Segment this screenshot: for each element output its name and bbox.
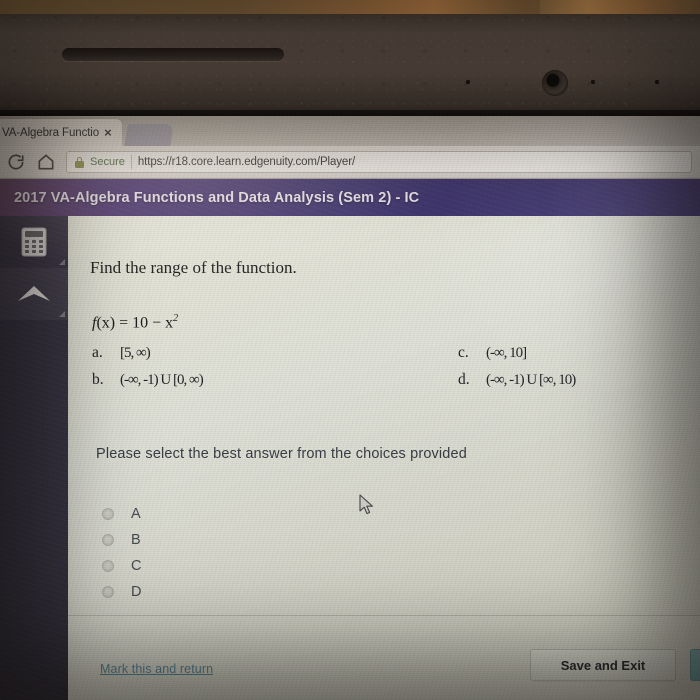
formula-exponent: 2 xyxy=(173,313,179,324)
next-button[interactable] xyxy=(690,649,700,681)
choice-b: b. (-∞, -1) U [0, ∞) xyxy=(92,371,392,389)
new-tab-icon[interactable] xyxy=(124,124,174,146)
radio-icon-c[interactable] xyxy=(102,560,114,572)
answer-label-a: A xyxy=(131,506,141,522)
formula-eq: = xyxy=(115,314,133,332)
answer-option-c[interactable]: C xyxy=(102,553,141,579)
choice-b-key: b. xyxy=(92,371,104,388)
browser-toolbar: Secure https://r18.core.learn.edgenuity.… xyxy=(0,146,700,179)
browser-tab[interactable]: VA-Algebra Functio × xyxy=(0,119,122,146)
choice-d: d. (-∞, -1) U [∞, 10) xyxy=(458,371,698,389)
choice-c: c. (-∞, 10] xyxy=(458,344,698,362)
answer-label-c: C xyxy=(131,558,142,574)
url-text: https://r18.core.learn.edgenuity.com/Pla… xyxy=(137,156,356,168)
close-icon[interactable]: × xyxy=(104,126,112,139)
mark-this-and-return-link[interactable]: Mark this and return xyxy=(100,662,213,676)
answer-label-d: D xyxy=(131,584,142,600)
tool-rail xyxy=(0,216,68,700)
answer-label-b: B xyxy=(131,532,141,548)
choice-d-text: (-∞, -1) U [∞, 10) xyxy=(486,372,576,388)
answer-choices-left: a. [5, ∞) b. (-∞, -1) U [0, ∞) xyxy=(92,344,392,398)
tool-corner-marker xyxy=(59,311,65,317)
sensor-dot-left xyxy=(466,80,470,84)
laptop-bezel xyxy=(0,14,700,118)
webcam-icon xyxy=(542,70,568,96)
reload-icon[interactable] xyxy=(6,152,26,172)
app-header: 2017 VA-Algebra Functions and Data Analy… xyxy=(0,179,700,216)
browser-tab-strip: VA-Algebra Functio × xyxy=(0,116,700,146)
security-label: Secure xyxy=(90,156,125,168)
calculator-tool-button[interactable] xyxy=(0,216,68,268)
laptop-screen: VA-Algebra Functio × Secure https://r18.… xyxy=(0,116,700,700)
omnibox-divider xyxy=(130,155,132,169)
answer-choices-right: c. (-∞, 10] d. (-∞, -1) U [∞, 10) xyxy=(458,344,698,398)
address-bar[interactable]: Secure https://r18.core.learn.edgenuity.… xyxy=(66,151,692,173)
course-title: 2017 VA-Algebra Functions and Data Analy… xyxy=(14,189,420,206)
photograph-of-laptop-screen: VA-Algebra Functio × Secure https://r18.… xyxy=(0,0,700,700)
save-and-exit-button[interactable]: Save and Exit xyxy=(530,649,676,681)
choice-a: a. [5, ∞) xyxy=(92,344,392,362)
browser-tab-title: VA-Algebra Functio xyxy=(2,126,100,139)
instruction-text: Please select the best answer from the c… xyxy=(96,446,467,462)
formula-arg: (x) xyxy=(96,314,116,332)
choice-a-key: a. xyxy=(92,344,103,361)
formula-body: 10 − x xyxy=(132,314,174,332)
radio-icon-a[interactable] xyxy=(102,508,114,520)
choice-c-text: (-∞, 10] xyxy=(486,345,527,361)
answer-radio-group: A B C D xyxy=(102,501,141,605)
calculator-icon xyxy=(21,227,47,257)
question-formula: f(x) = 10 − x2 xyxy=(92,313,178,332)
question-prompt: Find the range of the function. xyxy=(90,258,297,277)
radio-icon-d[interactable] xyxy=(102,586,114,598)
answer-option-b[interactable]: B xyxy=(102,527,141,553)
bezel-texture xyxy=(0,14,700,118)
collapse-tool-button[interactable] xyxy=(0,268,68,320)
question-card: Find the range of the function. f(x) = 1… xyxy=(68,216,700,700)
choice-b-text: (-∞, -1) U [0, ∞) xyxy=(120,372,204,388)
choice-c-key: c. xyxy=(458,344,469,361)
home-icon[interactable] xyxy=(36,152,56,172)
lock-icon xyxy=(75,156,84,168)
bezel-vent-slot xyxy=(62,48,284,61)
answer-option-d[interactable]: D xyxy=(102,579,141,605)
answer-option-a[interactable]: A xyxy=(102,501,141,527)
radio-icon-b[interactable] xyxy=(102,534,114,546)
sensor-dot-right xyxy=(655,80,659,84)
tool-corner-marker xyxy=(59,259,65,265)
sensor-dot-mid xyxy=(591,80,595,84)
choice-d-key: d. xyxy=(458,371,470,388)
choice-a-text: [5, ∞) xyxy=(120,345,151,361)
chevron-up-icon xyxy=(18,286,50,301)
mouse-cursor-icon xyxy=(359,494,373,515)
footer-divider xyxy=(68,615,700,616)
